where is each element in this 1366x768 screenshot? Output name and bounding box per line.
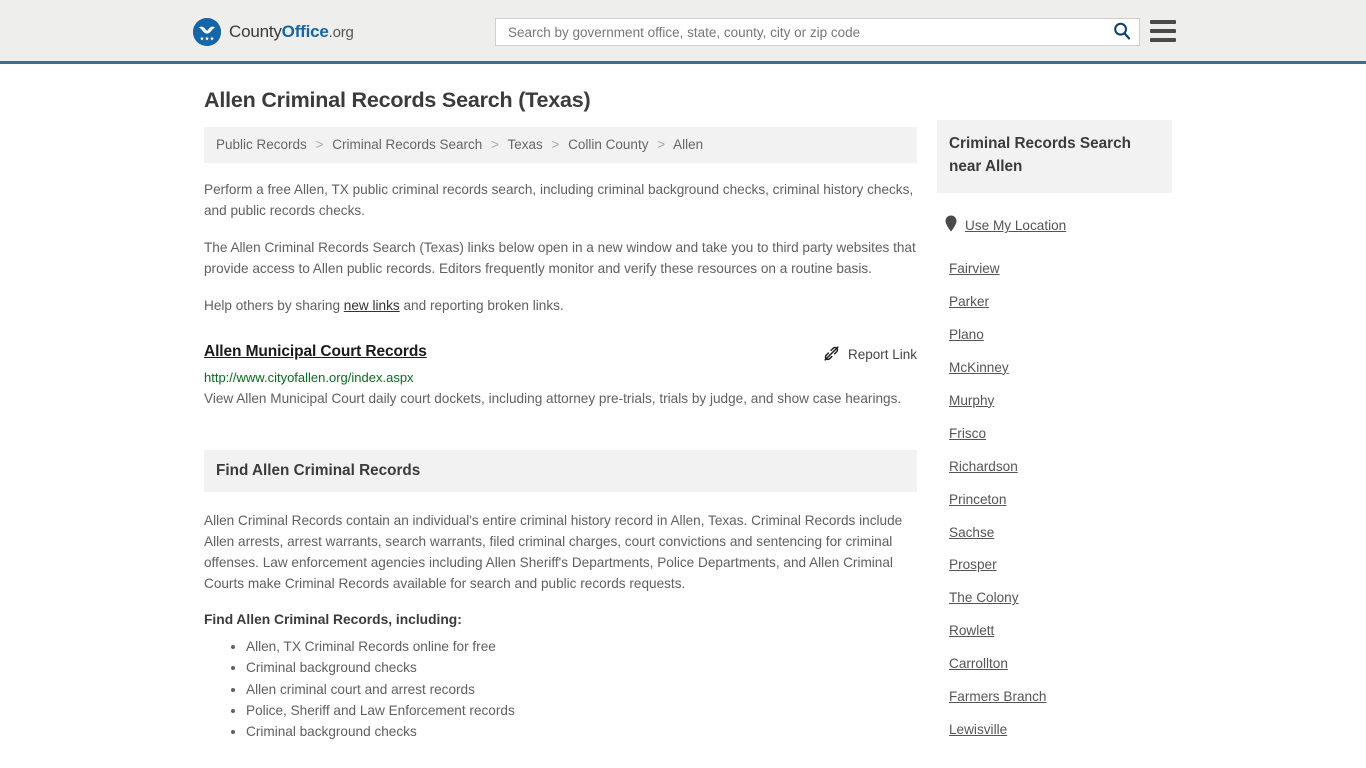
map-pin-icon: [945, 215, 957, 237]
sidebar-item-farmers-branch[interactable]: Farmers Branch: [949, 681, 1172, 714]
sidebar-item-lewisville[interactable]: Lewisville: [949, 714, 1172, 747]
list-item: Criminal background checks: [246, 658, 917, 678]
sidebar-item-fairview[interactable]: Fairview: [949, 253, 1172, 286]
breadcrumb-separator: >: [551, 137, 560, 152]
section-bullet-list: Allen, TX Criminal Records online for fr…: [204, 637, 917, 743]
sidebar-item-rowlett[interactable]: Rowlett: [949, 615, 1172, 648]
breadcrumb-item-criminal-records-search[interactable]: Criminal Records Search: [332, 137, 482, 152]
help-paragraph: Help others by sharing new links and rep…: [204, 295, 917, 316]
breadcrumb-item-public-records[interactable]: Public Records: [216, 137, 307, 152]
breadcrumb-separator: >: [657, 137, 666, 152]
sidebar: Criminal Records Search near Allen Use M…: [937, 120, 1172, 747]
sidebar-item-the-colony[interactable]: The Colony: [949, 582, 1172, 615]
sidebar-item-richardson[interactable]: Richardson: [949, 451, 1172, 484]
intro-paragraph-1: Perform a free Allen, TX public criminal…: [204, 182, 914, 219]
search-input[interactable]: [506, 20, 1111, 44]
brand-part-org: .org: [328, 24, 354, 41]
hamburger-bar-3: [1150, 38, 1176, 42]
site-logo-link[interactable]: CountyOffice.org: [193, 18, 354, 46]
broken-link-icon: [823, 345, 840, 365]
section-subheading: Find Allen Criminal Records, including:: [204, 611, 462, 627]
page-title: Allen Criminal Records Search (Texas): [204, 88, 591, 112]
section-header-bar: Find Allen Criminal Records: [204, 449, 917, 492]
main-content: Allen Criminal Records Search (Texas) Pu…: [204, 88, 917, 744]
sidebar-item-mckinney[interactable]: McKinney: [949, 352, 1172, 385]
site-logo-text: CountyOffice.org: [229, 22, 354, 42]
sidebar-heading: Criminal Records Search near Allen: [949, 135, 1131, 175]
result-description: View Allen Municipal Court daily court d…: [204, 390, 902, 406]
hamburger-bar-2: [1150, 29, 1176, 33]
search-button[interactable]: [1111, 22, 1133, 43]
breadcrumb-item-collin-county[interactable]: Collin County: [568, 137, 648, 152]
breadcrumb-separator: >: [315, 137, 324, 152]
section-body-text: Allen Criminal Records contain an indivi…: [204, 512, 903, 591]
use-my-location-link[interactable]: Use My Location: [965, 218, 1066, 233]
list-item: Allen criminal court and arrest records: [246, 680, 917, 700]
sidebar-item-frisco[interactable]: Frisco: [949, 418, 1172, 451]
help-text-after: and reporting broken links.: [399, 298, 564, 314]
list-item: Criminal background checks: [246, 722, 917, 742]
county-office-logo-icon: [193, 18, 221, 46]
nearby-city-list: Fairview Parker Plano McKinney Murphy Fr…: [937, 253, 1172, 747]
sidebar-item-plano[interactable]: Plano: [949, 319, 1172, 352]
breadcrumb-item-allen[interactable]: Allen: [673, 137, 703, 152]
section-heading: Find Allen Criminal Records: [216, 461, 421, 479]
hamburger-bar-1: [1150, 20, 1176, 24]
sidebar-item-princeton[interactable]: Princeton: [949, 484, 1172, 517]
result-url[interactable]: http://www.cityofallen.org/index.aspx: [204, 370, 917, 385]
use-my-location-row[interactable]: Use My Location: [945, 215, 1172, 237]
menu-button[interactable]: [1150, 20, 1176, 42]
brand-part-county: County: [229, 22, 282, 41]
brand-part-office: Office: [281, 22, 329, 41]
result-entry-header: Allen Municipal Court Records Report Lin…: [204, 343, 917, 365]
result-entry: Allen Municipal Court Records Report Lin…: [204, 343, 917, 410]
breadcrumb-item-texas[interactable]: Texas: [507, 137, 542, 152]
new-links-link[interactable]: new links: [344, 298, 400, 313]
sidebar-item-prosper[interactable]: Prosper: [949, 549, 1172, 582]
sidebar-item-parker[interactable]: Parker: [949, 286, 1172, 319]
intro-paragraph-2: The Allen Criminal Records Search (Texas…: [204, 240, 916, 277]
search-bar[interactable]: [495, 18, 1140, 46]
help-text-before: Help others by sharing: [204, 298, 344, 314]
site-header: CountyOffice.org: [0, 0, 1366, 64]
result-title-link[interactable]: Allen Municipal Court Records: [204, 343, 427, 361]
report-link-button[interactable]: Report Link: [823, 343, 917, 365]
list-item: Police, Sheriff and Law Enforcement reco…: [246, 701, 917, 721]
breadcrumb: Public Records > Criminal Records Search…: [204, 127, 917, 164]
search-icon: [1113, 22, 1131, 43]
sidebar-item-murphy[interactable]: Murphy: [949, 385, 1172, 418]
report-link-label: Report Link: [847, 347, 917, 362]
breadcrumb-separator: >: [491, 137, 499, 152]
sidebar-item-carrollton[interactable]: Carrollton: [949, 648, 1172, 681]
sidebar-item-sachse[interactable]: Sachse: [949, 517, 1172, 550]
list-item: Allen, TX Criminal Records online for fr…: [246, 637, 917, 657]
sidebar-header: Criminal Records Search near Allen: [937, 120, 1172, 193]
